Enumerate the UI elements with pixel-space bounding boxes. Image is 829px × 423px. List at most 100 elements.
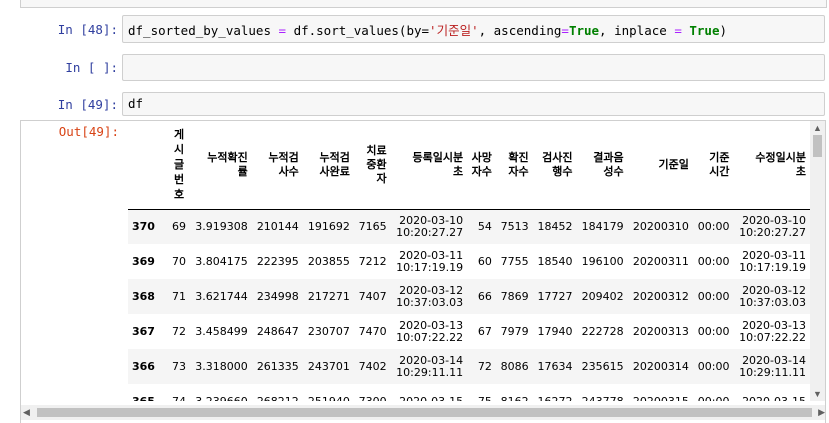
- table-cell: 00:00: [697, 394, 730, 401]
- vertical-scrollbar[interactable]: ▲ ▼: [810, 121, 825, 401]
- table-cell: 235615: [581, 359, 624, 373]
- table-cell: 17940: [537, 324, 573, 338]
- scroll-down-arrow-icon[interactable]: ▼: [810, 389, 825, 399]
- string-token: '기준일': [429, 23, 479, 38]
- table-cell: 00:00: [697, 219, 730, 233]
- table-cell: 243701: [307, 359, 350, 373]
- scroll-left-arrow-icon[interactable]: ◀: [23, 407, 30, 418]
- column-header: 누적검 사수: [268, 150, 299, 178]
- in-prompt: In [48]:: [57, 22, 118, 37]
- table-cell: 00:00: [697, 254, 730, 268]
- table-cell: 71: [172, 289, 186, 303]
- keyword-token: True: [568, 23, 600, 38]
- table-cell: 3.919308: [195, 219, 248, 233]
- horizontal-scroll-thumb[interactable]: [37, 408, 812, 417]
- table-cell: 230707: [307, 324, 350, 338]
- table-cell: 60: [477, 254, 492, 268]
- table-cell: 2020-03-11 10:17:19.19: [739, 248, 806, 274]
- column-header: 게 시 글 번 호: [173, 128, 185, 202]
- column-header: 누적검 사완료: [319, 150, 350, 178]
- table-cell: 00:00: [697, 289, 730, 303]
- code-token: , inplace: [599, 23, 675, 38]
- table-cell: 191692: [307, 219, 350, 233]
- table-row: 369 70 3.804175 222395 203855 7212 2020-03-11 …: [128, 244, 810, 279]
- table-cell: 00:00: [697, 359, 730, 373]
- table-cell: 243778: [581, 394, 624, 401]
- table-cell: 7212: [358, 254, 387, 268]
- table-cell: 17727: [537, 289, 573, 303]
- table-body: 370 69 3.919308 210144 191692 7165 2020-03-10 …: [128, 209, 810, 401]
- table-cell: 18540: [537, 254, 573, 268]
- row-index: 365: [132, 394, 155, 402]
- table-cell: 7300: [358, 394, 387, 401]
- table-cell: 2020-03-12 10:37:03.03: [396, 283, 464, 309]
- table-cell: 7470: [358, 324, 387, 338]
- table-cell: 18452: [537, 219, 573, 233]
- column-header: 결과음 성수: [593, 150, 624, 178]
- table-cell: 2020-03-10 10:20:27.27: [396, 213, 464, 239]
- table-cell: 7869: [500, 289, 529, 303]
- table-cell: 7165: [358, 219, 387, 233]
- table-cell: 3.239660: [195, 394, 248, 401]
- table-cell: 20200313: [632, 324, 689, 338]
- table-cell: 3.621744: [195, 289, 248, 303]
- output-area: Out[49]: 게 시 글 번 호 누적확진 률 누적검 사수 누적검 사완료 치료 …: [20, 120, 826, 423]
- table-row: 367 72 3.458499 248647 230707 7470 2020-03-13 …: [128, 314, 810, 349]
- table-cell: 2020-03-13 10:07:22.22: [739, 318, 806, 344]
- table-cell: 20200312: [632, 289, 689, 303]
- table-cell: 2020-03-15: [742, 394, 806, 401]
- table-cell: 222728: [581, 324, 624, 338]
- table-cell: 209402: [581, 289, 624, 303]
- scroll-right-arrow-icon[interactable]: ▶: [818, 407, 825, 418]
- column-header: 치료 중환 자: [366, 143, 387, 185]
- operator-token: =: [278, 23, 287, 38]
- table-cell: 00:00: [697, 324, 730, 338]
- vertical-scroll-thumb[interactable]: [813, 135, 822, 157]
- table-cell: 7513: [500, 219, 529, 233]
- keyword-token: True: [689, 23, 720, 38]
- scroll-up-arrow-icon[interactable]: ▲: [810, 123, 825, 133]
- column-header: 누적확진 률: [207, 150, 248, 178]
- column-header: 기준일: [658, 157, 689, 171]
- header-row: 게 시 글 번 호 누적확진 률 누적검 사수 누적검 사완료 치료 중환 자 등록일시분…: [128, 121, 810, 209]
- table-row: 366 73 3.318000 261335 243701 7402 2020-03-14 …: [128, 349, 810, 384]
- table-cell: 2020-03-13 10:07:22.22: [396, 318, 464, 344]
- table-cell: 184179: [581, 219, 624, 233]
- table-cell: 74: [172, 394, 186, 401]
- table-cell: 234998: [256, 289, 299, 303]
- table-cell: 70: [172, 254, 186, 268]
- column-header: 검사진 행수: [542, 150, 573, 178]
- index-header: [128, 121, 168, 209]
- table-cell: 72: [172, 324, 186, 338]
- code-editor[interactable]: [122, 54, 825, 81]
- in-prompt: In [49]:: [57, 97, 118, 112]
- row-index: 366: [132, 359, 155, 373]
- row-index: 367: [132, 324, 155, 338]
- column-header: 확진 자수: [508, 150, 529, 178]
- table-cell: 203855: [307, 254, 350, 268]
- table-cell: 75: [477, 394, 492, 401]
- table-cell: 196100: [581, 254, 624, 268]
- table-cell: 7979: [500, 324, 529, 338]
- table-cell: 16272: [537, 394, 573, 401]
- code-editor[interactable]: df: [122, 92, 825, 116]
- dataframe-table: 게 시 글 번 호 누적확진 률 누적검 사수 누적검 사완료 치료 중환 자 등록일시분…: [128, 121, 810, 401]
- table-row: 370 69 3.919308 210144 191692 7165 2020-03-10 …: [128, 209, 810, 244]
- table-cell: 2020-03-15: [399, 394, 464, 401]
- table-cell: 248647: [256, 324, 299, 338]
- table-cell: 67: [477, 324, 492, 338]
- table-cell: 3.458499: [195, 324, 248, 338]
- table-cell: 251940: [307, 394, 350, 401]
- horizontal-scrollbar[interactable]: ◀ ▶: [21, 405, 825, 420]
- table-cell: 2020-03-12 10:37:03.03: [739, 283, 806, 309]
- table-cell: 20200315: [632, 394, 689, 401]
- dataframe-scroll-region[interactable]: 게 시 글 번 호 누적확진 률 누적검 사수 누적검 사완료 치료 중환 자 등록일시분…: [128, 121, 814, 401]
- table-cell: 20200311: [632, 254, 689, 268]
- table-cell: 2020-03-14 10:29:11.11: [396, 353, 464, 379]
- table-cell: 3.318000: [195, 359, 248, 373]
- table-cell: 210144: [256, 219, 299, 233]
- table-cell: 217271: [307, 289, 350, 303]
- table-cell: 2020-03-11 10:17:19.19: [396, 248, 464, 274]
- row-index: 368: [132, 289, 155, 303]
- code-editor[interactable]: df_sorted_by_values = df.sort_values(by=…: [122, 15, 825, 43]
